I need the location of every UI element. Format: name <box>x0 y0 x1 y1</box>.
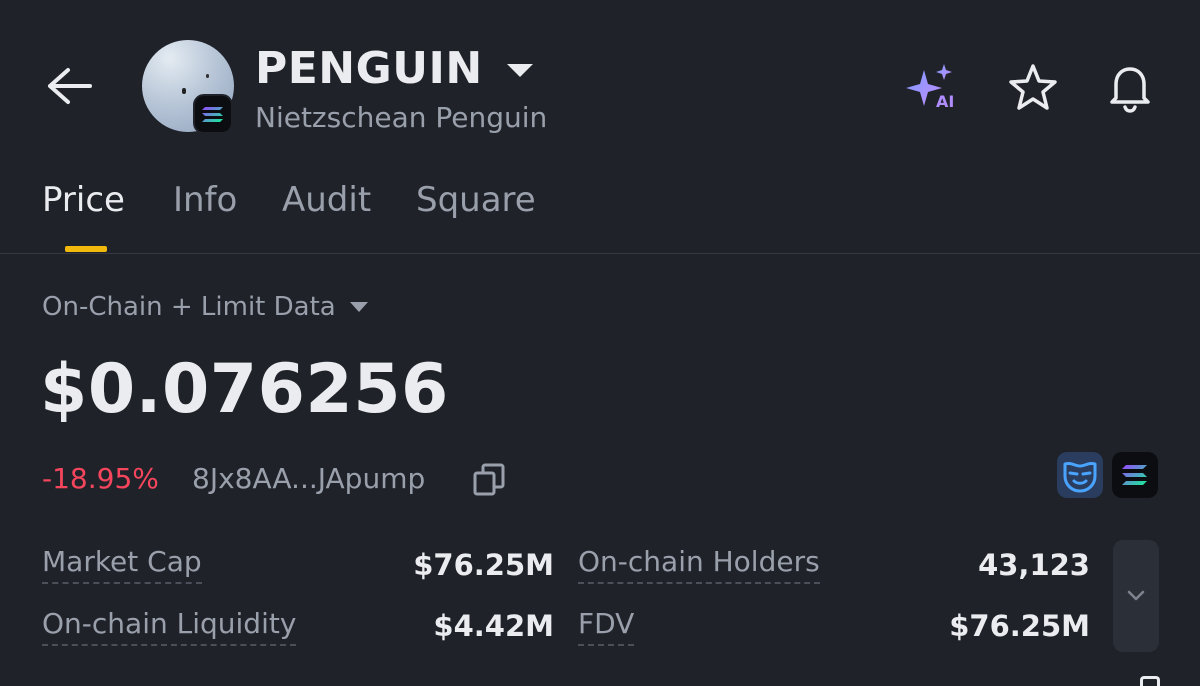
bell-icon[interactable] <box>1102 60 1158 116</box>
token-selector[interactable]: PENGUIN <box>255 40 533 96</box>
tab-square[interactable]: Square <box>416 180 536 220</box>
holders-value: 43,123 <box>978 548 1090 582</box>
holders-label[interactable]: On-chain Holders <box>578 544 820 584</box>
market-cap-value: $76.25M <box>413 548 554 582</box>
price-change: -18.95% <box>42 462 159 495</box>
liquidity-value: $4.42M <box>433 609 554 643</box>
expand-stats-button[interactable] <box>1113 540 1159 652</box>
chevron-down-icon <box>1127 590 1145 601</box>
tab-bar: Price Info Audit Square <box>0 170 1200 254</box>
active-tab-indicator <box>65 246 107 252</box>
tab-info[interactable]: Info <box>173 180 237 220</box>
token-title: PENGUIN <box>255 42 483 94</box>
copy-icon[interactable] <box>472 462 506 498</box>
data-source-label: On-Chain + Limit Data <box>42 292 336 322</box>
token-price: $0.076256 <box>40 350 449 429</box>
partial-icon <box>1140 676 1160 686</box>
tab-audit[interactable]: Audit <box>282 180 371 220</box>
tab-price[interactable]: Price <box>42 180 125 220</box>
solana-icon[interactable] <box>1112 452 1158 498</box>
fdv-label[interactable]: FDV <box>578 606 635 646</box>
liquidity-label[interactable]: On-chain Liquidity <box>42 606 297 646</box>
ai-sparkle-icon[interactable]: AI <box>904 60 960 116</box>
caret-down-icon <box>506 63 533 77</box>
market-cap-label[interactable]: Market Cap <box>42 544 202 584</box>
fdv-value: $76.25M <box>949 609 1090 643</box>
solana-icon <box>193 94 233 134</box>
star-icon[interactable] <box>1005 60 1061 116</box>
caret-down-icon <box>349 302 368 312</box>
back-arrow-icon[interactable] <box>44 62 96 110</box>
svg-text:AI: AI <box>936 92 954 111</box>
header: PENGUIN Nietzschean Penguin AI <box>0 0 1200 170</box>
token-name: Nietzschean Penguin <box>255 101 548 134</box>
data-source-selector[interactable]: On-Chain + Limit Data <box>42 292 368 322</box>
contract-address[interactable]: 8Jx8AA...JApump <box>192 462 425 495</box>
mask-icon[interactable] <box>1057 452 1103 498</box>
